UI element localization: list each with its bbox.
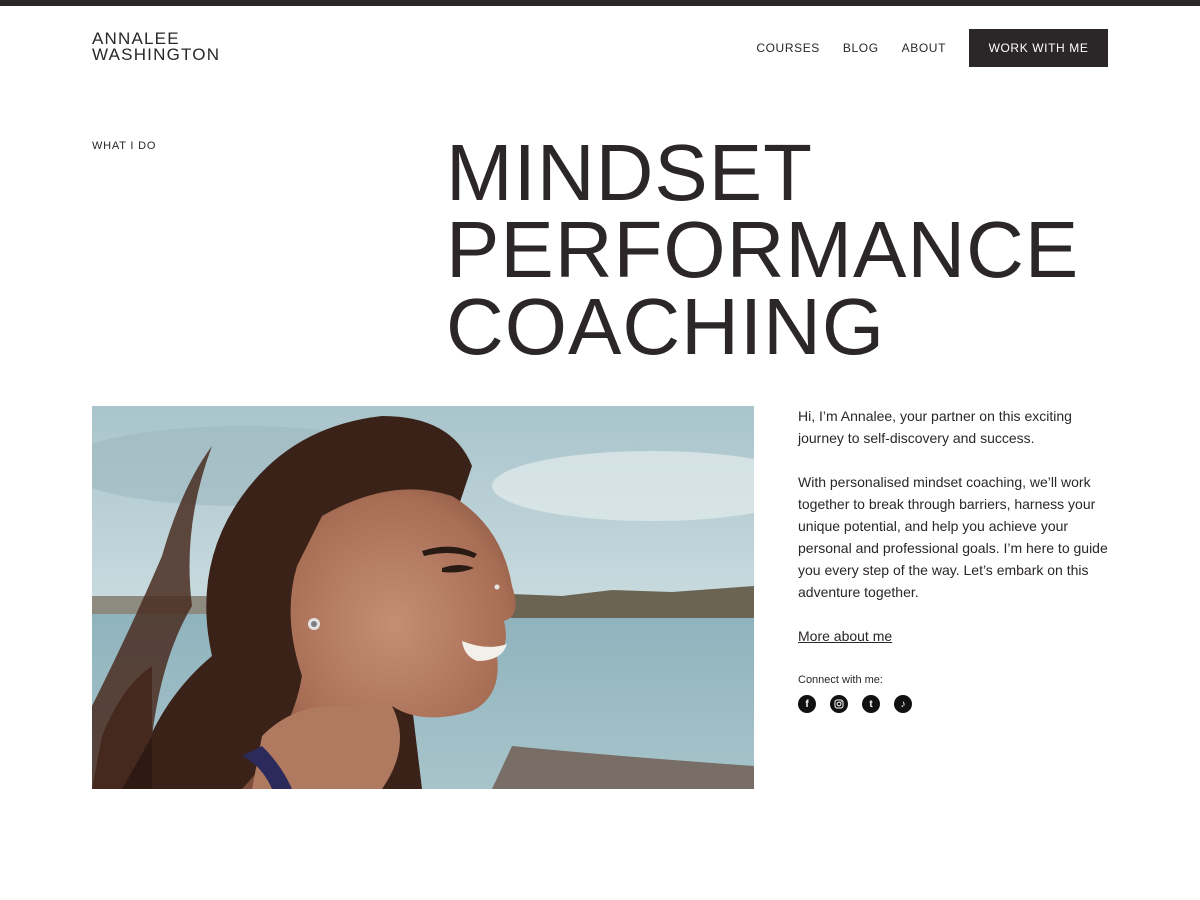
tumblr-icon[interactable]: t	[862, 695, 880, 713]
connect-label: Connect with me:	[798, 674, 883, 686]
facebook-icon[interactable]: f	[798, 695, 816, 713]
hero-title: MINDSET PERFORMANCE COACHING	[446, 128, 1080, 371]
instagram-glyph	[834, 699, 844, 709]
nav-about[interactable]: ABOUT	[902, 41, 946, 55]
more-about-me-link[interactable]: More about me	[798, 628, 892, 644]
tiktok-glyph: ♪	[900, 698, 906, 710]
intro-paragraph: Hi, I’m Annalee, your partner on this ex…	[798, 408, 1072, 446]
tiktok-icon[interactable]: ♪	[894, 695, 912, 713]
intro-paragraph: With personalised mindset coaching, we’l…	[798, 474, 1108, 600]
logo-line-2: WASHINGTON	[92, 45, 221, 64]
social-links: f t ♪	[798, 695, 926, 713]
main-nav: COURSES BLOG ABOUT WORK WITH ME	[756, 29, 1108, 67]
work-with-me-button[interactable]: WORK WITH ME	[969, 29, 1108, 67]
intro-copy: Hi, I’m Annalee, your partner on this ex…	[798, 405, 1113, 625]
nav-blog[interactable]: BLOG	[843, 41, 879, 55]
hero-title-line: MINDSET	[446, 128, 813, 217]
portrait-photo	[92, 406, 754, 789]
tumblr-glyph: t	[869, 698, 873, 710]
top-accent-bar	[0, 0, 1200, 6]
hero-title-line: PERFORMANCE	[446, 205, 1080, 294]
section-eyebrow: WHAT I DO	[92, 140, 157, 152]
nav-courses[interactable]: COURSES	[756, 41, 820, 55]
instagram-icon[interactable]	[830, 695, 848, 713]
hero-title-line: COACHING	[446, 282, 886, 371]
facebook-glyph: f	[805, 698, 809, 710]
site-logo[interactable]: ANNALEE WASHINGTON	[92, 30, 221, 64]
